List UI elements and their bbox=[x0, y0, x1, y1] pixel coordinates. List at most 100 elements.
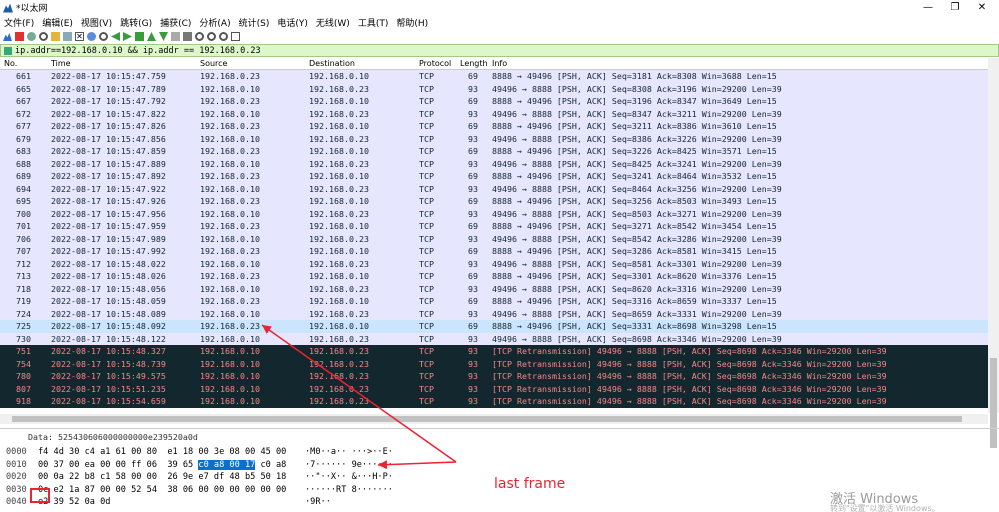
packet-row[interactable]: 780 2022-08-17 10:15:49.575 192.168.0.10 19… bbox=[0, 370, 988, 383]
packet-info-cell: [TCP Retransmission] 49496 → 8888 [PSH, … bbox=[492, 371, 887, 381]
packet-dst-cell: 192.168.0.23 bbox=[309, 258, 369, 269]
packet-row[interactable]: 712 2022-08-17 10:15:48.022 192.168.0.10 19… bbox=[0, 257, 988, 270]
zoom-out-icon[interactable] bbox=[207, 32, 216, 41]
first-packet-icon[interactable] bbox=[147, 32, 156, 41]
menu-file[interactable]: 文件(F) bbox=[0, 16, 38, 29]
column-destination[interactable]: Destination bbox=[309, 58, 355, 70]
menu-statistics[interactable]: 统计(S) bbox=[235, 16, 274, 29]
packet-proto-cell: TCP bbox=[419, 321, 434, 331]
packet-time-cell: 2022-08-17 10:15:54.659 bbox=[51, 396, 166, 406]
menu-analyze[interactable]: 分析(A) bbox=[195, 16, 234, 29]
hex-bytes[interactable]: 00 37 00 ea 00 00 ff 06 39 65 c0 a8 00 1… bbox=[38, 459, 286, 472]
packet-row[interactable]: 718 2022-08-17 10:15:48.056 192.168.0.10 19… bbox=[0, 282, 988, 295]
display-filter-bar[interactable]: ip.addr==192.168.0.10 && ip.addr == 192.… bbox=[0, 44, 999, 57]
normal-size-icon[interactable] bbox=[219, 32, 228, 41]
packet-time-cell: 2022-08-17 10:15:48.327 bbox=[51, 346, 166, 356]
packet-dst-cell: 192.168.0.23 bbox=[309, 133, 369, 144]
zoom-in-icon[interactable] bbox=[195, 32, 204, 41]
column-protocol[interactable]: Protocol bbox=[419, 58, 451, 70]
packet-row[interactable]: 725 2022-08-17 10:15:48.092 192.168.0.23 19… bbox=[0, 320, 988, 333]
packet-row[interactable]: 679 2022-08-17 10:15:47.856 192.168.0.10 19… bbox=[0, 132, 988, 145]
hex-bytes[interactable]: 00 0a 22 b8 c1 58 00 00 26 9e e7 df 48 b… bbox=[38, 471, 286, 484]
packet-time-cell: 2022-08-17 10:15:47.859 bbox=[51, 146, 166, 156]
save-file-icon[interactable] bbox=[63, 32, 72, 41]
packet-row[interactable]: 807 2022-08-17 10:15:51.235 192.168.0.10 19… bbox=[0, 382, 988, 395]
column-info[interactable]: Info bbox=[492, 58, 507, 70]
packet-row[interactable]: 672 2022-08-17 10:15:47.822 192.168.0.10 19… bbox=[0, 107, 988, 120]
packet-row[interactable]: 719 2022-08-17 10:15:48.059 192.168.0.23 19… bbox=[0, 295, 988, 308]
stop-capture-icon[interactable] bbox=[15, 32, 24, 41]
packet-list-vertical-scrollbar[interactable] bbox=[988, 58, 999, 448]
restart-capture-icon[interactable] bbox=[27, 32, 36, 41]
bookmark-icon[interactable] bbox=[4, 46, 12, 55]
data-field[interactable]: Data: 525430606000000000e239520a0d bbox=[28, 432, 198, 442]
autoscroll-icon[interactable] bbox=[171, 32, 180, 41]
activation-watermark-hint: 转到"设置"以激活 Windows。 bbox=[830, 504, 940, 512]
hex-ascii[interactable]: ·7······ 9e······ bbox=[305, 459, 393, 472]
colorize-icon[interactable] bbox=[183, 32, 192, 41]
packet-row[interactable]: 701 2022-08-17 10:15:47.959 192.168.0.23 19… bbox=[0, 220, 988, 233]
packet-proto-cell: TCP bbox=[419, 208, 434, 219]
packet-row[interactable]: 689 2022-08-17 10:15:47.892 192.168.0.23 19… bbox=[0, 170, 988, 183]
menu-edit[interactable]: 编辑(E) bbox=[38, 16, 77, 29]
menu-wireless[interactable]: 无线(W) bbox=[312, 16, 354, 29]
menu-go[interactable]: 跳转(G) bbox=[116, 16, 156, 29]
packet-row[interactable]: 918 2022-08-17 10:15:54.659 192.168.0.10 19… bbox=[0, 395, 988, 408]
open-file-icon[interactable] bbox=[51, 32, 60, 41]
resize-columns-icon[interactable] bbox=[231, 32, 240, 41]
column-no[interactable]: No. bbox=[4, 58, 17, 70]
column-source[interactable]: Source bbox=[200, 58, 227, 70]
packet-row[interactable]: 707 2022-08-17 10:15:47.992 192.168.0.23 19… bbox=[0, 245, 988, 258]
menu-help[interactable]: 帮助(H) bbox=[392, 16, 432, 29]
hex-bytes-text: 0c e2 1a 87 00 00 52 54 38 06 00 00 00 0… bbox=[38, 484, 287, 495]
packet-row[interactable]: 751 2022-08-17 10:15:48.327 192.168.0.10 19… bbox=[0, 345, 988, 358]
hex-ascii[interactable]: ··"··X·· &···H·P· bbox=[305, 471, 393, 484]
packet-len-cell: 93 bbox=[468, 233, 478, 244]
capture-options-icon[interactable] bbox=[39, 32, 48, 41]
column-time[interactable]: Time bbox=[51, 58, 71, 70]
packet-row[interactable]: 694 2022-08-17 10:15:47.922 192.168.0.10 19… bbox=[0, 182, 988, 195]
menu-tools[interactable]: 工具(T) bbox=[354, 16, 393, 29]
packet-row[interactable]: 683 2022-08-17 10:15:47.859 192.168.0.23 19… bbox=[0, 145, 988, 158]
packet-src-cell: 192.168.0.23 bbox=[200, 221, 260, 231]
menu-telephony[interactable]: 电话(Y) bbox=[273, 16, 312, 29]
hex-ascii[interactable]: ·M0··a·· ···>··E· bbox=[305, 446, 393, 459]
hex-ascii[interactable]: ·9R·· bbox=[305, 496, 331, 509]
hex-bytes[interactable]: f4 4d 30 c4 a1 61 00 80 e1 18 00 3e 08 0… bbox=[38, 446, 286, 459]
start-capture-icon[interactable] bbox=[3, 32, 12, 41]
window-title: *以太网 bbox=[16, 4, 48, 14]
packet-row[interactable]: 677 2022-08-17 10:15:47.826 192.168.0.23 19… bbox=[0, 120, 988, 133]
display-filter-input[interactable]: ip.addr==192.168.0.10 && ip.addr == 192.… bbox=[15, 46, 261, 56]
close-button[interactable]: ✕ bbox=[962, 0, 999, 15]
packet-row[interactable]: 713 2022-08-17 10:15:48.026 192.168.0.23 19… bbox=[0, 270, 988, 283]
packet-info-cell: [TCP Retransmission] 49496 → 8888 [PSH, … bbox=[492, 383, 887, 394]
packet-dst-cell: 192.168.0.10 bbox=[309, 321, 369, 331]
packet-row[interactable]: 724 2022-08-17 10:15:48.089 192.168.0.10 19… bbox=[0, 307, 988, 320]
column-length[interactable]: Length bbox=[460, 58, 488, 70]
packet-len-cell: 69 bbox=[468, 146, 478, 156]
go-forward-icon[interactable] bbox=[123, 32, 132, 41]
packet-row[interactable]: 730 2022-08-17 10:15:48.122 192.168.0.10 19… bbox=[0, 332, 988, 345]
packet-row[interactable]: 667 2022-08-17 10:15:47.792 192.168.0.23 19… bbox=[0, 95, 988, 108]
menu-capture[interactable]: 捕获(C) bbox=[156, 16, 195, 29]
packet-no-cell: 695 bbox=[16, 196, 31, 206]
find-packet-icon[interactable] bbox=[99, 32, 108, 41]
packet-row[interactable]: 754 2022-08-17 10:15:48.739 192.168.0.10 19… bbox=[0, 357, 988, 370]
reload-icon[interactable] bbox=[87, 32, 96, 41]
hex-bytes[interactable]: 0c e2 1a 87 00 00 52 54 38 06 00 00 00 0… bbox=[38, 484, 286, 497]
menu-view[interactable]: 视图(V) bbox=[77, 16, 116, 29]
close-file-icon[interactable]: ✕ bbox=[75, 32, 84, 41]
hex-ascii[interactable]: ······RT 8······· bbox=[305, 484, 393, 497]
packet-row[interactable]: 706 2022-08-17 10:15:47.989 192.168.0.10 19… bbox=[0, 232, 988, 245]
packet-row[interactable]: 695 2022-08-17 10:15:47.926 192.168.0.23 19… bbox=[0, 195, 988, 208]
packet-row[interactable]: 665 2022-08-17 10:15:47.789 192.168.0.10 19… bbox=[0, 82, 988, 95]
packet-list-horizontal-scrollbar[interactable] bbox=[0, 414, 988, 424]
go-to-packet-icon[interactable] bbox=[135, 32, 144, 41]
last-packet-icon[interactable] bbox=[159, 32, 168, 41]
packet-time-cell: 2022-08-17 10:15:48.026 bbox=[51, 271, 166, 281]
packet-row[interactable]: 700 2022-08-17 10:15:47.956 192.168.0.10 19… bbox=[0, 207, 988, 220]
packet-row[interactable]: 661 2022-08-17 10:15:47.759 192.168.0.23 19… bbox=[0, 70, 988, 83]
packet-row[interactable]: 688 2022-08-17 10:15:47.889 192.168.0.10 19… bbox=[0, 157, 988, 170]
scroll-thumb[interactable] bbox=[12, 416, 962, 422]
go-back-icon[interactable] bbox=[111, 32, 120, 41]
